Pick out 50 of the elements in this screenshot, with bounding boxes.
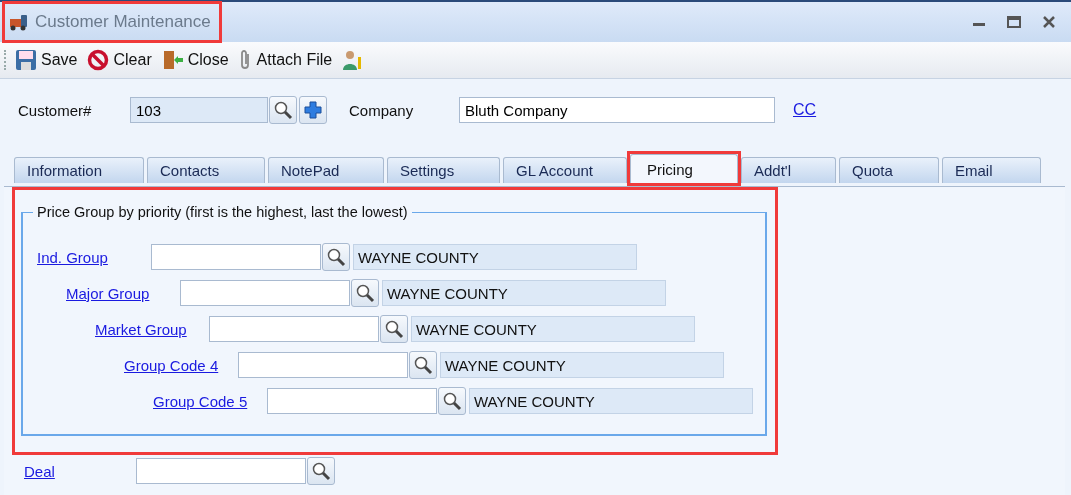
clear-button[interactable]: Clear [84,47,155,73]
company-field[interactable]: Bluth Company [459,97,775,123]
close-button[interactable]: Close [158,47,232,73]
add-button[interactable] [299,96,327,124]
group-link[interactable]: Group Code 5 [153,392,267,410]
description-field: WAYNE COUNTY [353,244,637,270]
search-button[interactable] [269,96,297,124]
search-button[interactable] [307,457,335,485]
tab[interactable]: Pricing [630,154,738,183]
tab[interactable]: NotePad [268,157,384,183]
door-arrow-icon [161,49,184,71]
deal-link[interactable]: Deal [24,462,136,480]
code-field[interactable] [180,280,350,306]
tab[interactable]: Email [942,157,1041,183]
code-field[interactable] [238,352,408,378]
code-field[interactable] [209,316,379,342]
company-label: Company [349,101,415,119]
attach-button[interactable]: Attach File [235,47,336,73]
deal-field[interactable] [136,458,306,484]
truck-icon [9,13,29,31]
search-button[interactable] [322,243,350,271]
no-sign-icon [87,49,110,71]
group-link[interactable]: Major Group [66,284,180,302]
customer-label: Customer# [18,101,93,119]
group-title: Price Group by priority (first is the highest, last the lowest) [33,204,412,220]
search-button[interactable] [409,351,437,379]
code-field[interactable] [151,244,321,270]
search-button[interactable] [380,315,408,343]
description-field: WAYNE COUNTY [440,352,724,378]
description-field: WAYNE COUNTY [469,388,753,414]
save-button[interactable]: Save [12,47,81,73]
group-link[interactable]: Group Code 4 [124,356,238,374]
tab[interactable]: Information [14,157,144,183]
customer-field[interactable]: 103 [130,97,268,123]
search-button[interactable] [438,387,466,415]
tab[interactable]: Addt'l [741,157,836,183]
cc-link[interactable]: CC [793,101,817,119]
description-field: WAYNE COUNTY [382,280,666,306]
tab[interactable]: Contacts [147,157,265,183]
search-button[interactable] [351,279,379,307]
maximize-icon[interactable] [1007,16,1021,28]
code-field[interactable] [267,388,437,414]
tab[interactable]: GL Account [503,157,627,183]
close-icon[interactable] [1043,16,1055,28]
tab[interactable]: Settings [387,157,500,183]
group-link[interactable]: Market Group [95,320,209,338]
tab[interactable]: Quota [839,157,939,183]
group-link[interactable]: Ind. Group [37,248,151,266]
window-title: Customer Maintenance [35,12,211,32]
description-field: WAYNE COUNTY [411,316,695,342]
